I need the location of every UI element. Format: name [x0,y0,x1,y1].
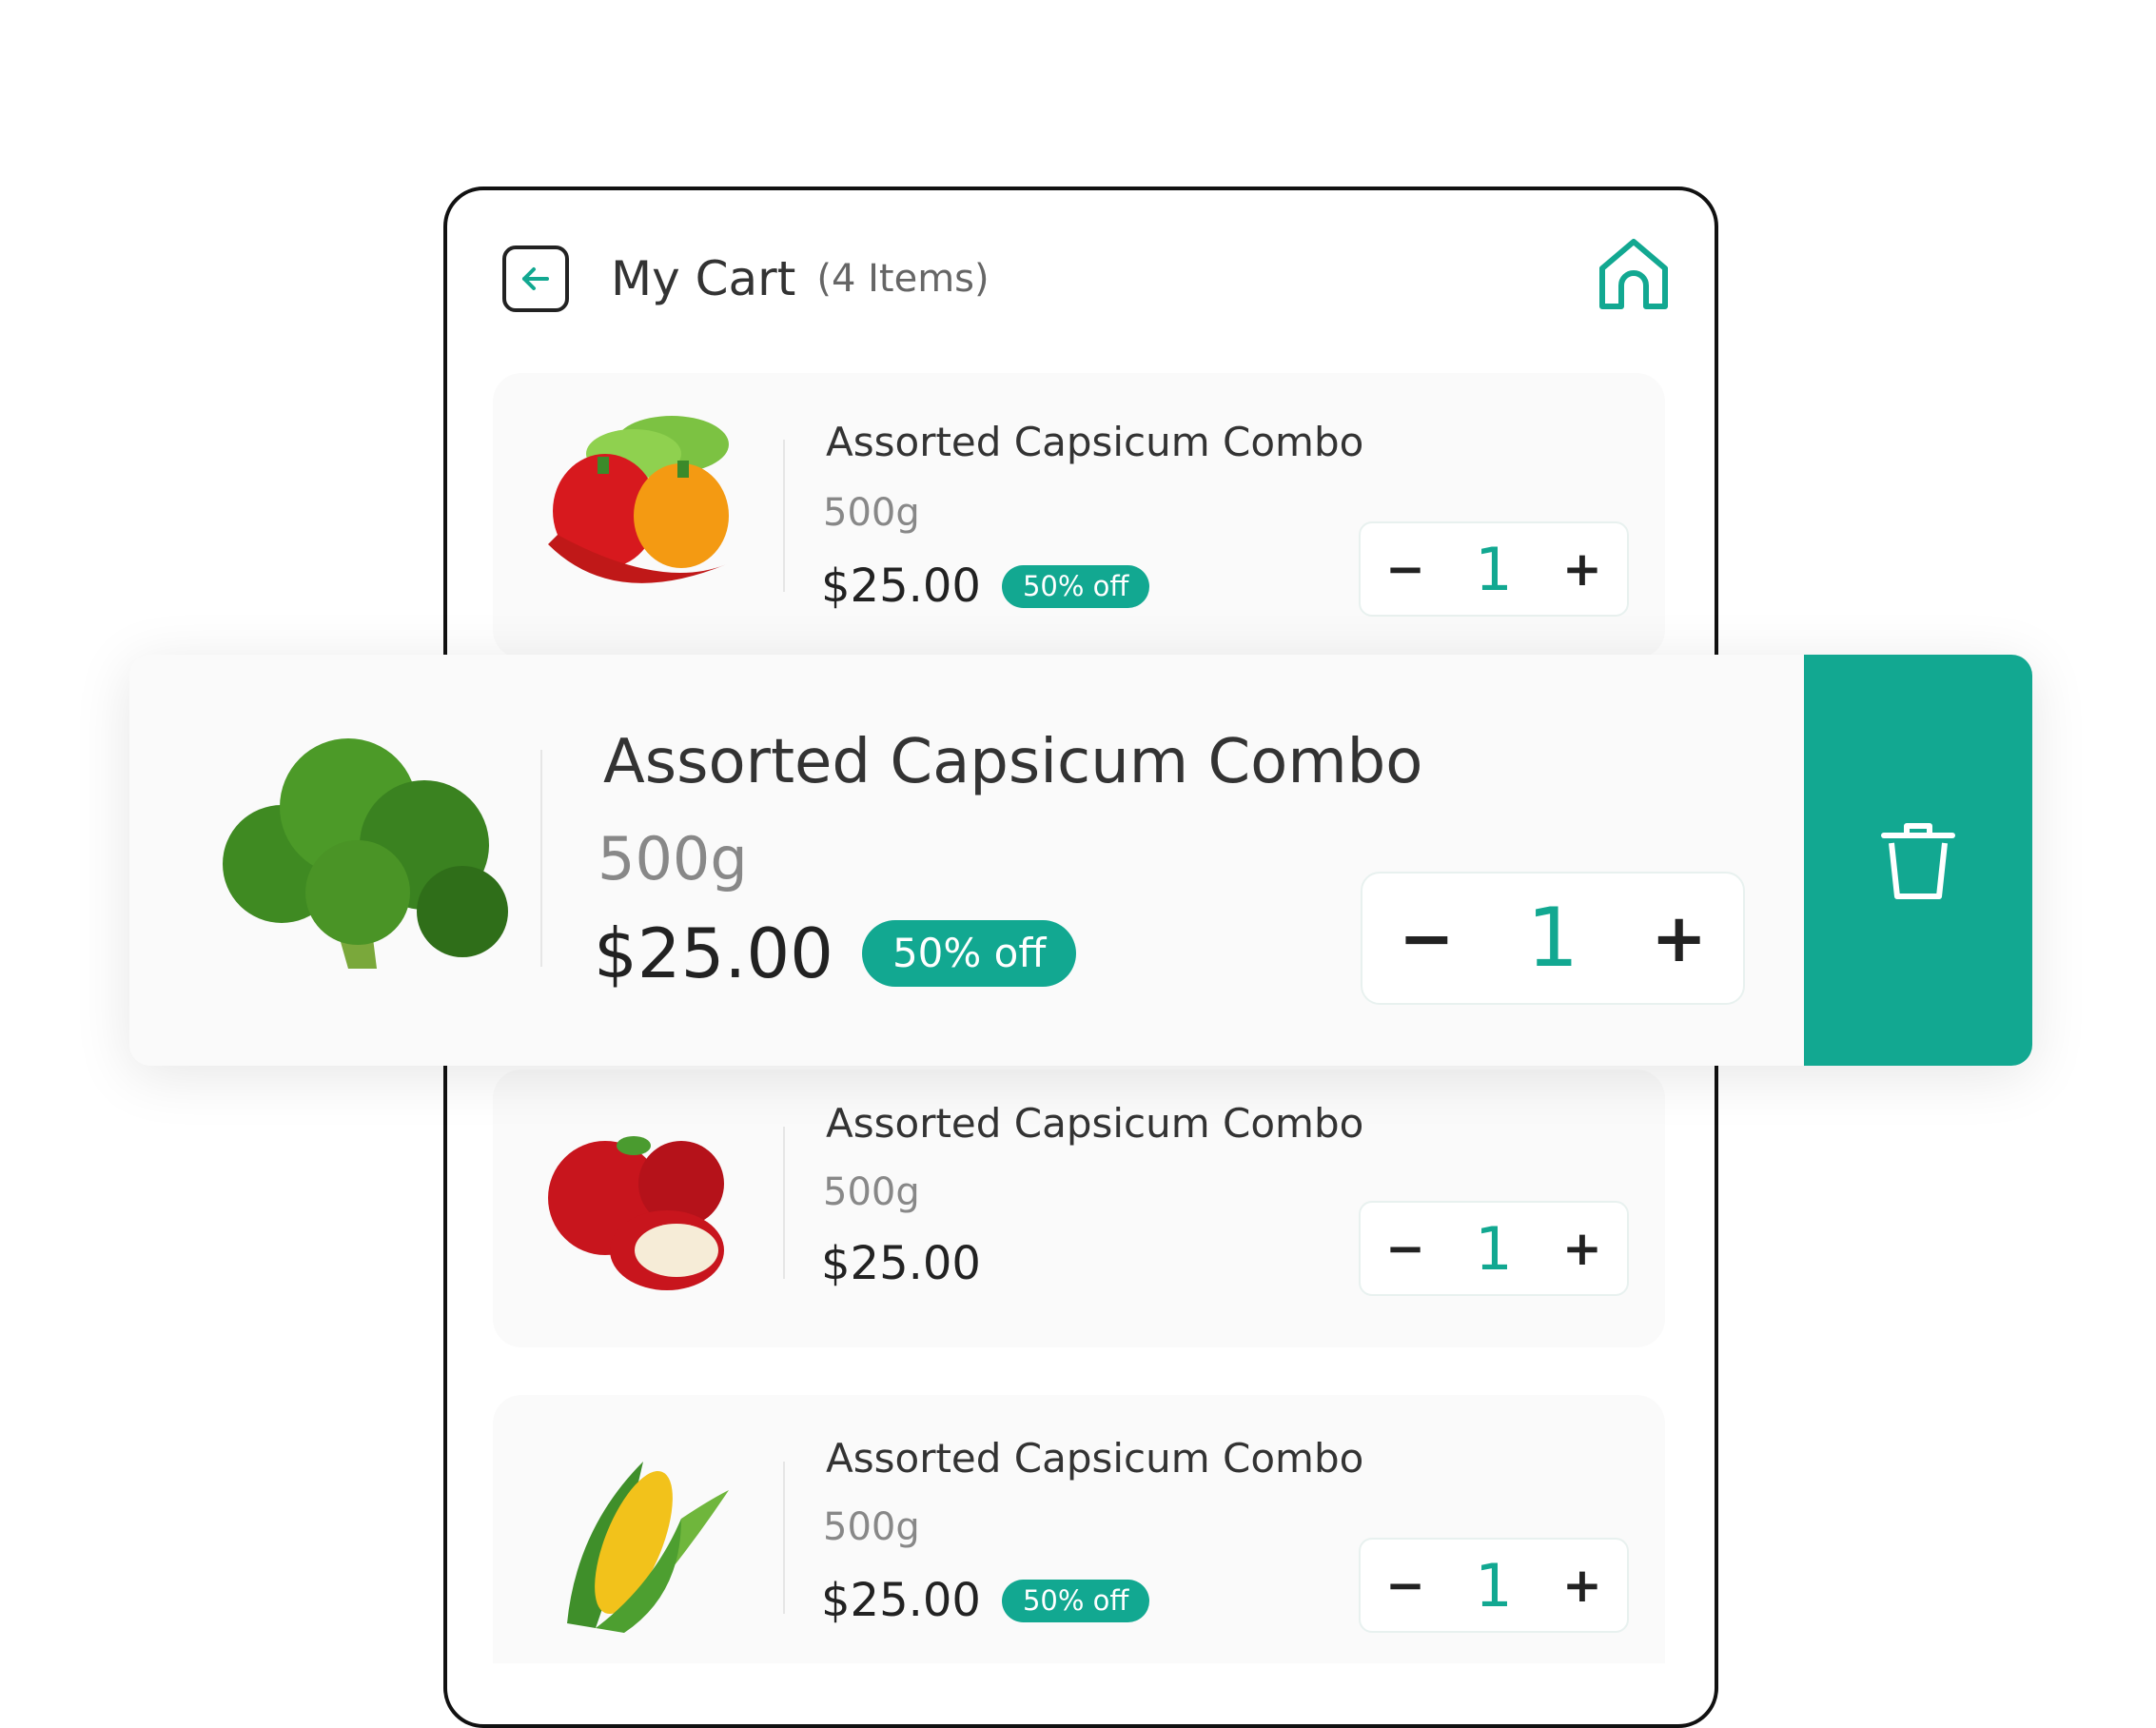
quantity-value: 1 [1475,1213,1513,1284]
increment-button[interactable]: + [1651,899,1707,977]
cart-title: My Cart [611,251,796,306]
divider [783,440,785,592]
product-name: Assorted Capsicum Combo [826,419,1364,465]
divider [783,1462,785,1614]
product-name: Assorted Capsicum Combo [826,1435,1364,1482]
product-price: $25.00 [821,560,981,613]
price-row: $25.00 50% off [821,560,1150,613]
decrement-button[interactable]: − [1399,899,1455,977]
product-weight: 500g [823,1170,920,1214]
discount-badge: 50% off [1001,564,1150,608]
quantity-stepper: − 1 + [1359,521,1629,617]
cart-item-count: (4 Items) [816,257,990,301]
cart-item[interactable]: Assorted Capsicum Combo 500g $25.00 50% … [493,1395,1665,1663]
price-row: $25.00 [821,1237,981,1290]
increment-button[interactable]: + [1562,1558,1602,1613]
cart-item[interactable]: Assorted Capsicum Combo 500g $25.00 50% … [493,373,1665,658]
decrement-button[interactable]: − [1385,541,1425,597]
arrow-left-icon [522,267,549,290]
home-icon [1599,239,1668,309]
trash-icon [1881,823,1955,899]
increment-button[interactable]: + [1562,1221,1602,1276]
price-row: $25.00 50% off [594,913,1077,993]
capsicum-image [539,411,738,611]
price-row: $25.00 50% off [821,1574,1150,1627]
broccoli-image [186,731,510,978]
delete-button[interactable] [1804,655,2032,1066]
product-weight: 500g [823,491,920,535]
quantity-stepper: − 1 + [1359,1538,1629,1633]
increment-button[interactable]: + [1562,541,1602,597]
product-name: Assorted Capsicum Combo [826,1100,1364,1147]
back-button[interactable] [502,245,569,312]
home-button[interactable] [1593,234,1675,316]
quantity-value: 1 [1475,1550,1513,1620]
discount-badge: 50% off [1001,1579,1150,1622]
product-price: $25.00 [594,913,833,993]
decrement-button[interactable]: − [1385,1558,1425,1613]
corn-image [539,1443,738,1642]
discount-badge: 50% off [861,920,1077,987]
product-price: $25.00 [821,1237,981,1290]
divider [783,1127,785,1279]
product-weight: 500g [598,824,748,893]
product-name: Assorted Capsicum Combo [603,727,1423,797]
page-title: My Cart (4 Items) [611,245,990,312]
cart-item[interactable]: Assorted Capsicum Combo 500g $25.00 − 1 … [493,1070,1665,1347]
divider [540,750,542,967]
swiped-cart-item[interactable]: Assorted Capsicum Combo 500g $25.00 50% … [129,655,2032,1066]
apple-image [539,1108,738,1307]
quantity-stepper: − 1 + [1359,1201,1629,1296]
product-price: $25.00 [821,1574,981,1627]
quantity-stepper: − 1 + [1361,872,1745,1005]
quantity-value: 1 [1475,534,1513,604]
quantity-value: 1 [1526,891,1579,986]
decrement-button[interactable]: − [1385,1221,1425,1276]
product-weight: 500g [823,1505,920,1549]
